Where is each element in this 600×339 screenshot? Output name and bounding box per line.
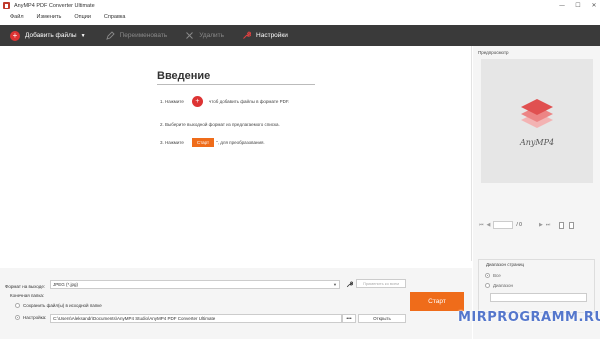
destination-folder-label: Конечная папка:: [10, 293, 45, 298]
save-source-option[interactable]: Сохранить файл(ы) в исходной папке: [15, 303, 102, 308]
delete-button[interactable]: Удалить: [167, 25, 224, 46]
rename-button[interactable]: Переименовать: [86, 25, 168, 46]
delete-icon: [185, 31, 194, 40]
add-files-button[interactable]: + Добавить файлы ▼: [0, 25, 86, 46]
page-range-title: Диапазон страниц: [485, 262, 526, 267]
first-page-icon[interactable]: ⏮: [479, 222, 484, 228]
page-navigator: ⏮ ◀ / 0 ▶ ⏭: [479, 220, 594, 230]
double-page-icon[interactable]: [569, 221, 575, 229]
start-button[interactable]: Старт: [410, 292, 464, 311]
close-icon[interactable]: ✕: [590, 1, 598, 9]
settings-button[interactable]: Настройки: [224, 25, 288, 46]
range-custom-option[interactable]: Диапазон: [485, 283, 513, 288]
step1-text-before: 1. Нажмите: [160, 99, 184, 104]
output-format-select[interactable]: JPEG (*.jpg) ▼: [50, 280, 340, 289]
page-total: / 0: [516, 222, 522, 228]
preview-label: Предпросмотр: [478, 50, 509, 55]
toolbar: + Добавить файлы ▼ Переименовать Удалить…: [0, 25, 600, 46]
title-bar: AnyMP4 PDF Converter Ultimate — ☐ ✕: [0, 0, 600, 11]
delete-label: Удалить: [199, 32, 225, 39]
apply-to-all-button[interactable]: Применить ко всем: [356, 279, 406, 288]
anymp4-logo-icon: [521, 98, 553, 128]
save-source-radio[interactable]: [15, 303, 20, 308]
menu-help[interactable]: Справка: [104, 14, 126, 20]
open-folder-button[interactable]: Открыть: [358, 314, 406, 323]
step3-start-chip: Старт: [191, 138, 215, 147]
window-controls: — ☐ ✕: [558, 1, 598, 9]
output-format-value: JPEG (*.jpg): [53, 282, 79, 287]
page-number-input[interactable]: [493, 221, 514, 229]
rename-icon: [105, 31, 115, 40]
output-format-label: Формат на выходе:: [5, 284, 46, 289]
rename-label: Переименовать: [119, 32, 168, 39]
custom-folder-label: Настройка:: [23, 315, 47, 320]
intro-step-3: 3. Нажмите Старт ", для преобразования.: [160, 138, 265, 147]
step1-text-after: чтоб добавить файлы в формате PDF.: [208, 99, 290, 104]
add-icon: +: [10, 30, 20, 41]
add-file-icon[interactable]: +: [191, 96, 203, 107]
single-page-icon[interactable]: [559, 221, 565, 229]
range-all-option[interactable]: Все: [485, 273, 501, 278]
maximize-icon[interactable]: ☐: [574, 1, 582, 9]
intro-title: Введение: [157, 70, 211, 82]
range-custom-radio[interactable]: [485, 283, 490, 288]
custom-folder-option[interactable]: Настройка:: [15, 315, 46, 320]
add-files-label: Добавить файлы: [25, 32, 77, 39]
browse-button[interactable]: •••: [342, 314, 356, 323]
file-list-area[interactable]: [0, 46, 472, 261]
menu-file[interactable]: Файл: [10, 14, 24, 20]
window-title: AnyMP4 PDF Converter Ultimate: [14, 2, 95, 9]
step3-text-after: ", для преобразования.: [216, 140, 265, 145]
format-settings-icon[interactable]: [345, 280, 354, 289]
watermark: MIRPROGRAMM.RU: [458, 310, 600, 325]
range-all-label: Все: [493, 273, 501, 278]
step3-text-before: 3. Нажмите: [160, 140, 184, 145]
range-custom-label: Диапазон: [493, 283, 513, 288]
step2-text: 2. Выберите выходной формат из предлагае…: [160, 122, 280, 127]
output-path-field[interactable]: C:\Users\Aleksandr\Documents\AnyMP4 Stud…: [50, 314, 342, 323]
menu-options[interactable]: Опции: [74, 14, 91, 20]
preview-logo-text: AnyMP4: [519, 137, 555, 147]
output-path-value: C:\Users\Aleksandr\Documents\AnyMP4 Stud…: [53, 316, 216, 321]
minimize-icon[interactable]: —: [558, 1, 566, 9]
next-page-icon[interactable]: ▶: [539, 222, 543, 228]
last-page-icon[interactable]: ⏭: [546, 222, 551, 228]
wrench-icon: [242, 31, 252, 40]
save-source-label: Сохранить файл(ы) в исходной папке: [23, 303, 102, 308]
intro-step-2: 2. Выберите выходной формат из предлагае…: [160, 122, 280, 127]
app-logo-icon: [3, 2, 10, 9]
settings-label: Настройки: [256, 32, 288, 39]
chevron-down-icon: ▼: [333, 282, 337, 287]
custom-folder-radio[interactable]: [15, 315, 20, 320]
range-input[interactable]: [490, 293, 587, 302]
menu-bar: Файл Изменить Опции Справка: [0, 11, 600, 22]
prev-page-icon[interactable]: ◀: [487, 222, 491, 228]
intro-step-1: 1. Нажмите + чтоб добавить файлы в форма…: [160, 96, 289, 107]
intro-divider: [157, 84, 315, 85]
preview-area: AnyMP4: [481, 59, 593, 183]
range-all-radio[interactable]: [485, 273, 490, 278]
menu-edit[interactable]: Изменить: [37, 14, 62, 20]
